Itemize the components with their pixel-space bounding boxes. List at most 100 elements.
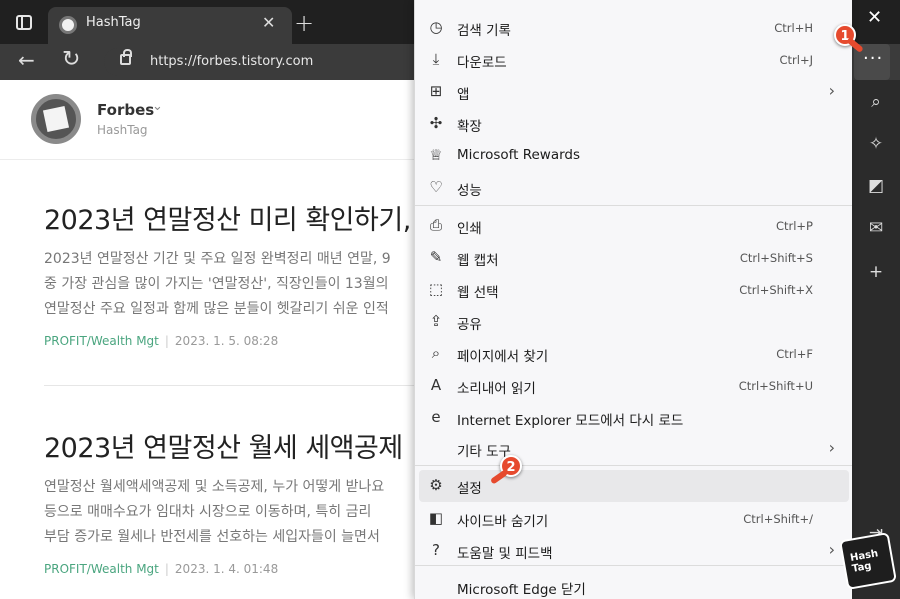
back-icon[interactable]: ← <box>18 48 35 72</box>
menu-item-download[interactable]: ⤓ 다운로드 Ctrl+J <box>415 44 852 76</box>
window-close-icon[interactable]: ✕ <box>867 7 882 28</box>
outlook-icon[interactable]: ✉ <box>866 218 886 238</box>
menu-item-label: 사이드바 숨기기 <box>457 514 549 530</box>
menu-item-label: 웹 선택 <box>457 285 499 301</box>
settings-menu: ◷ 검색 기록 Ctrl+H ⤓ 다운로드 Ctrl+J ⊞ 앱 › ✣ 확장 ♕ Microsoft … <box>414 0 852 599</box>
menu-item-label: 검색 기록 <box>457 23 511 39</box>
blog-subtitle: HashTag <box>97 123 148 137</box>
menu-item-label: Microsoft Edge 닫기 <box>457 582 586 598</box>
menu-item-ie-mode[interactable]: e Internet Explorer 모드에서 다시 로드 <box>415 402 852 434</box>
post-desc-line: 부담 증가로 월세나 반전세를 선호하는 세입자들이 늘면서 <box>44 529 380 545</box>
menu-item-web-select[interactable]: ⬚ 웹 선택 Ctrl+Shift+X <box>415 274 852 306</box>
post-category[interactable]: PROFIT/Wealth Mgt <box>44 334 159 348</box>
office-icon[interactable]: ◩ <box>866 176 886 196</box>
menu-item-shortcut: Ctrl+Shift+S <box>739 251 813 265</box>
web-select-icon: ⬚ <box>428 280 444 298</box>
post-desc-line: 2023년 연말정산 기간 및 주요 일정 완벽정리 매년 연말, 9 <box>44 251 391 267</box>
menu-item-label: 다운로드 <box>457 55 507 71</box>
menu-item-close-edge[interactable]: Microsoft Edge 닫기 <box>415 571 852 599</box>
menu-item-find[interactable]: ⌕ 페이지에서 찾기 Ctrl+F <box>415 338 852 370</box>
menu-item-web-capture[interactable]: ✎ 웹 캡처 Ctrl+Shift+S <box>415 242 852 274</box>
chevron-right-icon: › <box>828 438 835 457</box>
menu-item-extensions[interactable]: ✣ 확장 <box>415 108 852 140</box>
menu-item-label: Microsoft Rewards <box>457 147 581 163</box>
post-date: 2023. 1. 4. 01:48 <box>174 562 279 576</box>
search-icon[interactable]: ⌕ <box>866 92 886 112</box>
menu-item-label: 앱 <box>457 87 470 103</box>
post-meta: PROFIT/Wealth Mgt | 2023. 1. 5. 08:28 <box>44 334 464 348</box>
menu-item-history[interactable]: ◷ 검색 기록 Ctrl+H <box>415 12 852 44</box>
sidebar-icon: ◧ <box>428 509 444 527</box>
new-tab-icon[interactable]: + <box>294 9 314 37</box>
hashtag-watermark: Hash Tag <box>839 532 897 590</box>
discover-icon[interactable]: ✧ <box>866 134 886 154</box>
post-date: 2023. 1. 5. 08:28 <box>174 334 279 348</box>
share-icon: ⇪ <box>429 312 443 330</box>
menu-item-read-aloud[interactable]: A 소리내어 읽기 Ctrl+Shift+U <box>415 370 852 402</box>
reload-icon[interactable]: ↻ <box>62 47 80 72</box>
add-icon[interactable]: + <box>866 262 886 282</box>
menu-item-sidebar[interactable]: ◧ 사이드바 숨기기 Ctrl+Shift+/ <box>415 503 852 535</box>
menu-item-shortcut: Ctrl+Shift+U <box>738 379 813 393</box>
menu-item-apps[interactable]: ⊞ 앱 › <box>415 76 852 108</box>
menu-item-shortcut: Ctrl+Shift+X <box>739 283 813 297</box>
menu-item-print[interactable]: ⎙ 인쇄 Ctrl+P <box>415 210 852 242</box>
menu-item-shortcut: Ctrl+F <box>776 347 813 361</box>
meta-divider: | <box>164 334 169 348</box>
menu-item-label: 확장 <box>457 119 482 135</box>
edge-sidebar: ⌕ ✧ ◩ ✉ + ⇥ <box>852 80 900 599</box>
settings-icon: ⚙ <box>429 476 443 494</box>
menu-item-shortcut: Ctrl+H <box>774 21 813 35</box>
menu-item-label: 인쇄 <box>457 221 482 237</box>
post-title[interactable]: 2023년 연말정산 월세 세액공제 <box>44 426 464 465</box>
help-icon: ? <box>432 541 440 559</box>
tab-hashtag[interactable]: HashTag ✕ <box>48 7 292 44</box>
menu-item-more-tools[interactable]: 기타 도구 › <box>415 433 852 465</box>
blog-name[interactable]: Forbes <box>97 101 154 119</box>
post-item[interactable]: 2023년 연말정산 월세 세액공제 연말정산 월세액세액공제 및 소득공제, … <box>44 426 464 576</box>
menu-divider <box>415 565 852 566</box>
post-desc-line: 중 가장 관심을 많이 가지는 '연말정산', 직장인들이 13월의 <box>44 276 389 292</box>
tab-close-icon[interactable]: ✕ <box>262 13 275 32</box>
read-aloud-icon: A <box>430 376 442 394</box>
avatar[interactable] <box>31 94 81 144</box>
favicon-icon <box>59 16 77 34</box>
download-icon: ⤓ <box>432 50 440 68</box>
print-icon: ⎙ <box>429 216 442 234</box>
menu-divider <box>415 205 852 206</box>
url-field[interactable]: https://forbes.tistory.com <box>104 48 424 76</box>
post-divider <box>44 385 414 386</box>
menu-item-shortcut: Ctrl+Shift+/ <box>743 512 813 526</box>
chevron-down-icon[interactable]: ⌄ <box>152 99 163 114</box>
performance-icon: ♡ <box>429 178 443 196</box>
lock-icon[interactable] <box>120 49 132 65</box>
rewards-icon: ♕ <box>429 146 443 164</box>
web-capture-icon: ✎ <box>429 248 443 266</box>
extensions-icon: ✣ <box>429 114 443 132</box>
menu-item-settings[interactable]: ⚙ 설정 <box>419 470 849 502</box>
post-desc-line: 연말정산 월세액세액공제 및 소득공제, 누가 어떻게 받나요 <box>44 479 385 495</box>
menu-divider <box>415 465 852 466</box>
menu-item-shortcut: Ctrl+J <box>779 53 814 67</box>
post-desc: 2023년 연말정산 기간 및 주요 일정 완벽정리 매년 연말, 9 중 가장… <box>44 247 464 322</box>
post-item[interactable]: 2023년 연말정산 미리 확인하기, 2023년 연말정산 기간 및 주요 일… <box>44 198 464 348</box>
history-icon: ◷ <box>429 18 443 36</box>
menu-item-label: 웹 캡처 <box>457 253 499 269</box>
menu-item-rewards[interactable]: ♕ Microsoft Rewards <box>415 140 852 172</box>
more-dots-icon: ··· <box>863 48 884 69</box>
menu-item-help[interactable]: ? 도움말 및 피드백 › <box>415 535 852 567</box>
post-category[interactable]: PROFIT/Wealth Mgt <box>44 562 159 576</box>
menu-item-label: 설정 <box>457 481 482 497</box>
tab-actions-icon[interactable] <box>16 15 32 30</box>
menu-item-label: 공유 <box>457 317 482 333</box>
post-title[interactable]: 2023년 연말정산 미리 확인하기, <box>44 198 464 237</box>
menu-item-performance[interactable]: ♡ 성능 <box>415 172 852 204</box>
menu-item-label: 소리내어 읽기 <box>457 381 536 397</box>
post-meta: PROFIT/Wealth Mgt | 2023. 1. 4. 01:48 <box>44 562 464 576</box>
ie-mode-icon: e <box>431 408 441 426</box>
find-icon: ⌕ <box>431 344 441 362</box>
menu-item-share[interactable]: ⇪ 공유 <box>415 306 852 338</box>
tab-title: HashTag <box>86 15 141 30</box>
menu-item-label: 성능 <box>457 183 482 199</box>
post-desc-line: 등으로 매매수요가 임대차 시장으로 이동하며, 특히 금리 <box>44 504 372 520</box>
